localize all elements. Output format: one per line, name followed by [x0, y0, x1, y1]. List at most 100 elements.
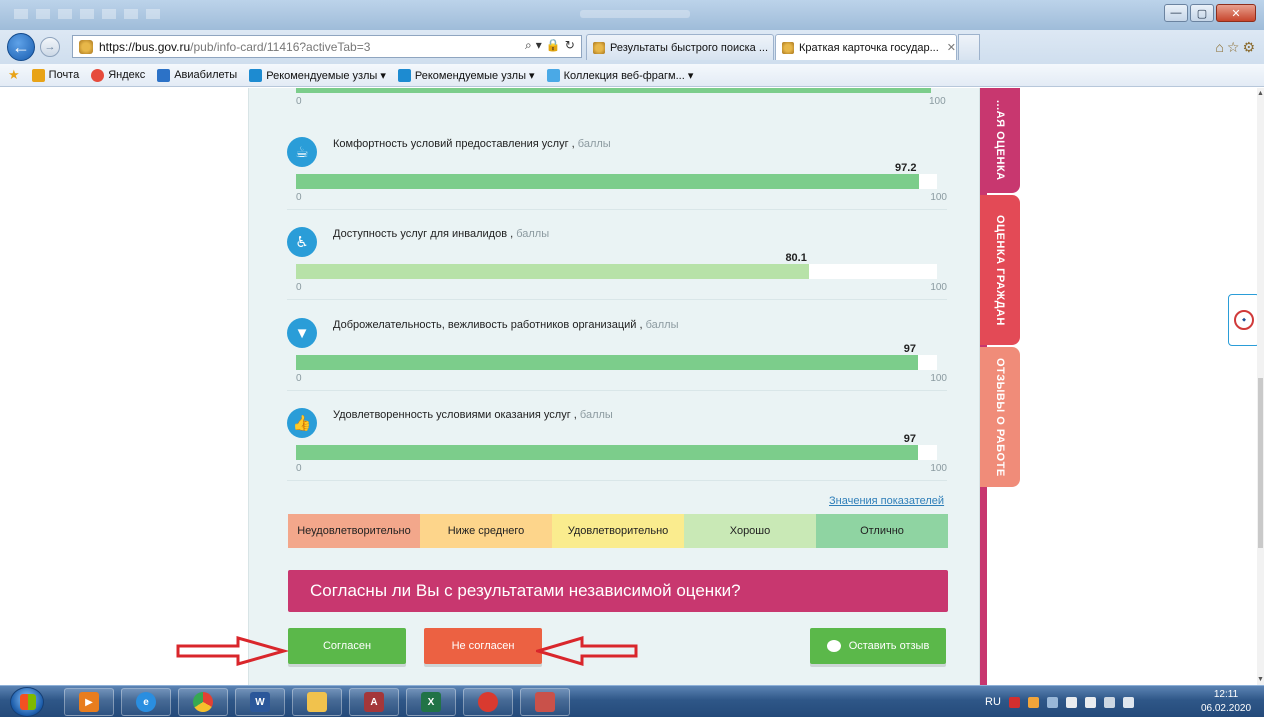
- metric-label: Удовлетворенность условиями оказания усл…: [333, 409, 613, 421]
- site-emblem-icon: [782, 41, 794, 54]
- minimize-button[interactable]: —: [1164, 4, 1188, 22]
- indicators-link[interactable]: Значения показателей: [829, 495, 944, 507]
- wheelchair-icon: ♿: [287, 227, 317, 257]
- tab-independent-rating[interactable]: ...АЯ ОЦЕНКА: [980, 88, 1020, 193]
- maximize-button[interactable]: ▢: [1190, 4, 1214, 22]
- flag-icon[interactable]: [1084, 696, 1096, 708]
- leave-review-button[interactable]: Оставить отзыв: [810, 628, 946, 664]
- rating-scale: Неудовлетворительно Ниже среднего Удовлетв…: [288, 514, 948, 548]
- metric-row: ♿ Доступность услуг для инвалидов , баллы…: [287, 210, 947, 300]
- input-language[interactable]: RU: [985, 696, 1001, 708]
- taskbar-internet-explorer[interactable]: e: [121, 688, 171, 716]
- favorite-yandex[interactable]: Яндекс: [91, 68, 145, 82]
- url-host: https://bus.gov.ru: [99, 39, 191, 54]
- metric-bar-fill: [296, 445, 918, 460]
- metric-label: Доброжелательность, вежливость работнико…: [333, 319, 679, 331]
- search-icon[interactable]: ⌕: [525, 38, 536, 52]
- url-path: /pub/info-card/11416?activeTab=3: [190, 39, 371, 54]
- scroll-down-icon[interactable]: ▼: [1257, 676, 1264, 683]
- metric-value: 97: [903, 343, 917, 355]
- disagree-button[interactable]: Не согласен: [424, 628, 542, 664]
- antivirus-icon[interactable]: [1008, 696, 1020, 708]
- taskbar: ▶ e W A X RU 12:11 06.02.2020: [0, 685, 1264, 717]
- tab-info-card[interactable]: Краткая карточка государ... ✕: [775, 34, 957, 60]
- tray-app-icon[interactable]: [1027, 696, 1039, 708]
- close-tab-icon[interactable]: ✕: [947, 41, 956, 54]
- new-tab-button[interactable]: [958, 34, 980, 60]
- taskbar-media-player[interactable]: ▶: [64, 688, 114, 716]
- dropdown-icon[interactable]: ▾: [536, 38, 546, 52]
- metric-max: 100: [930, 192, 947, 203]
- favorite-flights[interactable]: Авиабилеты: [157, 68, 237, 82]
- network-icon[interactable]: [1103, 696, 1115, 708]
- annotation-arrow-right: [176, 636, 288, 666]
- side-tab-label: ОЦЕНКА ГРАЖДАН: [994, 214, 1006, 326]
- bing-icon: [397, 68, 411, 82]
- metric-title: Доброжелательность, вежливость работнико…: [333, 319, 643, 331]
- lock-icon: 🔒: [545, 38, 565, 52]
- scrollbar-thumb[interactable]: [1258, 378, 1263, 548]
- clock-time: 12:11: [1213, 689, 1239, 700]
- favorites-star-icon[interactable]: ☆: [1227, 39, 1243, 55]
- previous-metric-min: 0: [296, 96, 302, 107]
- tray-app-icon[interactable]: [1065, 696, 1077, 708]
- tab-label: Результаты быстрого поиска ...: [610, 41, 769, 54]
- gear-icon[interactable]: ⚙: [1242, 39, 1258, 55]
- taskbar-excel[interactable]: X: [406, 688, 456, 716]
- tab-work-reviews[interactable]: ОТЗЫВЫ О РАБОТЕ: [980, 347, 1020, 487]
- metric-min: 0: [296, 282, 302, 293]
- home-icon[interactable]: ⌂: [1215, 39, 1226, 55]
- scroll-up-icon[interactable]: ▲: [1257, 90, 1264, 97]
- agree-button[interactable]: Согласен: [288, 628, 406, 664]
- tab-citizen-rating[interactable]: ОЦЕНКА ГРАЖДАН: [980, 195, 1020, 345]
- close-window-button[interactable]: ✕: [1216, 4, 1256, 22]
- metric-bar-track: [296, 174, 937, 189]
- metric-bar-fill: [296, 174, 920, 189]
- site-emblem-icon: [79, 39, 93, 54]
- vertical-scrollbar[interactable]: ▲ ▼: [1257, 88, 1264, 685]
- taskbar-app-red[interactable]: [463, 688, 513, 716]
- metric-bar-track: [296, 445, 937, 460]
- page-content: 0 100 ☕ Комфортность условий предоставлен…: [0, 88, 1264, 685]
- favorite-suggested-1[interactable]: Рекомендуемые узлы ▾: [249, 68, 386, 82]
- favorite-suggested-2[interactable]: Рекомендуемые узлы ▾: [397, 68, 535, 82]
- web-slice-icon: [546, 68, 560, 82]
- metric-max: 100: [930, 463, 947, 474]
- plane-icon: [157, 68, 171, 82]
- start-button[interactable]: [10, 687, 44, 717]
- window-controls: — ▢ ✕: [1164, 4, 1256, 22]
- access-icon: A: [364, 692, 384, 712]
- address-bar[interactable]: https://bus.gov.ru/pub/info-card/11416?a…: [72, 35, 582, 58]
- metric-label: Комфортность условий предоставления услу…: [333, 138, 611, 150]
- tray-app-icon[interactable]: [1046, 696, 1058, 708]
- refresh-icon[interactable]: ↻: [565, 38, 579, 52]
- taskbar-access[interactable]: A: [349, 688, 399, 716]
- annotation-arrow-left: [536, 636, 638, 666]
- scale-level: Хорошо: [684, 514, 816, 548]
- metric-value: 80.1: [785, 252, 807, 264]
- quick-access-toolbar: [14, 9, 164, 19]
- scale-level: Удовлетворительно: [552, 514, 684, 548]
- metric-unit: баллы: [577, 138, 611, 150]
- app-icon: [478, 692, 498, 712]
- back-button[interactable]: ←: [7, 33, 35, 61]
- volume-icon[interactable]: [1122, 696, 1134, 708]
- taskbar-chrome[interactable]: [178, 688, 228, 716]
- chrome-icon: [193, 692, 213, 712]
- scale-level: Неудовлетворительно: [288, 514, 420, 548]
- taskbar-word[interactable]: W: [235, 688, 285, 716]
- favorite-label: Рекомендуемые узлы ▾: [414, 69, 535, 82]
- speech-bubble-icon: [826, 640, 841, 652]
- clock[interactable]: 12:11 06.02.2020: [1196, 688, 1256, 716]
- favorites-star-icon[interactable]: ★: [8, 67, 20, 83]
- internet-explorer-icon: e: [136, 692, 156, 712]
- taskbar-app-chart[interactable]: [520, 688, 570, 716]
- tab-search-results[interactable]: Результаты быстрого поиска ...: [586, 34, 774, 60]
- taskbar-explorer[interactable]: [292, 688, 342, 716]
- metric-bar-fill: [296, 355, 918, 370]
- favorite-mail[interactable]: Почта: [31, 68, 79, 82]
- address-row: ← → https://bus.gov.ru/pub/info-card/114…: [0, 30, 1264, 64]
- favorite-web-slices[interactable]: Коллекция веб-фрагм... ▾: [546, 68, 693, 82]
- forward-button[interactable]: →: [40, 37, 60, 57]
- feedback-widget[interactable]: ◆: [1228, 294, 1260, 346]
